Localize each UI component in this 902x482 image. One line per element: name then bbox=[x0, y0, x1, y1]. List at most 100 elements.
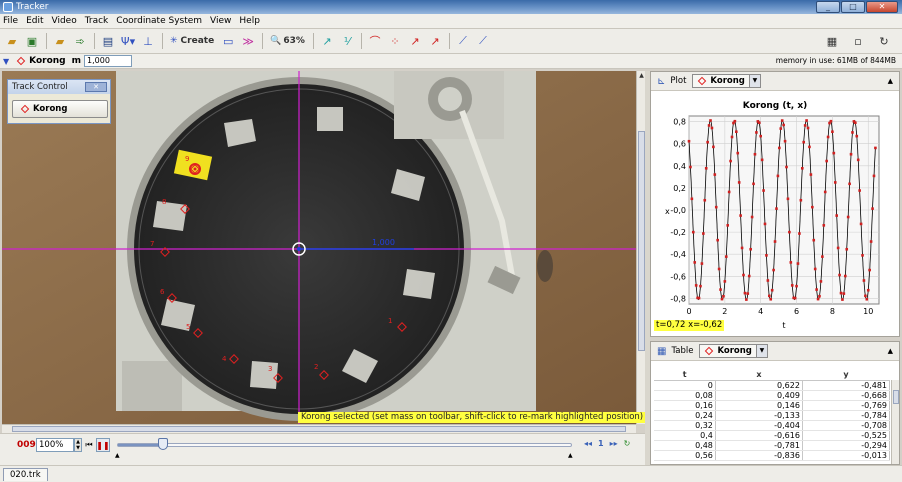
vector-sum-icon[interactable]: ⅟ bbox=[339, 33, 355, 50]
horizontal-scroll-thumb[interactable] bbox=[12, 426, 626, 432]
menu-file[interactable]: File bbox=[3, 16, 18, 26]
video-horizontal-scrollbar[interactable] bbox=[2, 424, 636, 433]
data-point[interactable] bbox=[759, 134, 762, 138]
table-cell[interactable]: -0,781 bbox=[715, 440, 803, 451]
data-point[interactable] bbox=[727, 190, 731, 194]
maximize-button[interactable]: □ bbox=[841, 1, 865, 13]
refresh-icon[interactable]: ↻ bbox=[876, 33, 892, 50]
points-icon[interactable]: ⁘ bbox=[387, 33, 403, 50]
table-cell[interactable]: 0,56 bbox=[654, 450, 716, 461]
track-menu-icon[interactable]: ▼ bbox=[3, 57, 9, 66]
data-point[interactable] bbox=[795, 284, 798, 288]
table-cell[interactable]: 0,4 bbox=[654, 430, 716, 441]
data-point[interactable] bbox=[716, 238, 719, 242]
data-point[interactable] bbox=[693, 261, 697, 264]
clip-settings-icon[interactable]: ▤ bbox=[100, 33, 116, 50]
velocity-icon[interactable]: ↗ bbox=[407, 33, 423, 50]
data-point[interactable] bbox=[793, 296, 797, 300]
table-cell[interactable]: 0,146 bbox=[715, 400, 803, 411]
video-vertical-scrollbar[interactable]: ▲ ▼ bbox=[636, 71, 645, 424]
open-icon[interactable]: ▰ bbox=[4, 33, 20, 50]
column-header-y[interactable]: y bbox=[802, 369, 890, 381]
table-row[interactable]: 0,48 -0,781 -0,294 bbox=[654, 440, 891, 451]
data-point[interactable] bbox=[821, 255, 824, 258]
data-point[interactable] bbox=[739, 214, 742, 217]
table-row[interactable]: 0,56 -0,836 -0,013 bbox=[654, 450, 891, 461]
data-point[interactable] bbox=[707, 124, 711, 127]
data-point[interactable] bbox=[829, 119, 833, 123]
table-cell[interactable]: 0,08 bbox=[654, 390, 716, 401]
data-point[interactable] bbox=[788, 230, 791, 234]
data-point[interactable] bbox=[700, 262, 704, 265]
step-back-icon[interactable]: ◂◂ bbox=[584, 439, 592, 448]
data-point[interactable] bbox=[868, 268, 871, 272]
data-point[interactable] bbox=[763, 222, 767, 226]
table-cell[interactable]: 0,48 bbox=[654, 440, 716, 451]
data-point[interactable] bbox=[745, 298, 748, 301]
menu-view[interactable]: View bbox=[210, 16, 231, 26]
step-size[interactable]: 1 bbox=[598, 439, 604, 448]
data-point[interactable] bbox=[747, 274, 751, 278]
data-point[interactable] bbox=[766, 279, 770, 282]
table-cell[interactable]: -0,525 bbox=[802, 430, 891, 441]
table-cell[interactable]: -0,784 bbox=[802, 410, 891, 421]
data-point[interactable] bbox=[726, 224, 730, 227]
acceleration-icon[interactable]: ↗ bbox=[427, 33, 443, 50]
data-point[interactable] bbox=[845, 247, 849, 251]
data-point[interactable] bbox=[775, 207, 778, 210]
data-point[interactable] bbox=[755, 131, 758, 134]
loop-icon[interactable]: ↻ bbox=[624, 439, 631, 448]
data-point[interactable] bbox=[760, 158, 764, 162]
data-point[interactable] bbox=[796, 262, 800, 265]
data-point[interactable] bbox=[846, 215, 850, 219]
axes-icon[interactable]: Ψ▾ bbox=[120, 33, 136, 50]
data-point[interactable] bbox=[841, 298, 844, 301]
data-point[interactable] bbox=[770, 288, 774, 292]
data-point[interactable] bbox=[757, 121, 761, 125]
data-point[interactable] bbox=[714, 205, 718, 209]
frame-slider[interactable] bbox=[117, 443, 572, 447]
rate-field[interactable]: 100% bbox=[36, 438, 74, 452]
data-point[interactable] bbox=[779, 127, 783, 130]
data-point[interactable] bbox=[724, 255, 728, 258]
table-row[interactable]: 0,16 0,146 -0,769 bbox=[654, 400, 891, 411]
table-cell[interactable]: 0,622 bbox=[715, 380, 803, 391]
plot-track-select[interactable]: Korong ▼ bbox=[692, 74, 761, 88]
end-marker-icon[interactable]: ▲ bbox=[568, 452, 573, 459]
import-icon[interactable]: ➾ bbox=[72, 33, 88, 50]
data-point[interactable] bbox=[703, 198, 707, 202]
data-point[interactable] bbox=[742, 273, 745, 277]
minimize-button[interactable]: _ bbox=[816, 1, 840, 13]
data-point[interactable] bbox=[778, 146, 781, 150]
tape-icon[interactable]: ⊥ bbox=[140, 33, 156, 50]
data-point[interactable] bbox=[736, 151, 740, 155]
data-point[interactable] bbox=[838, 273, 841, 277]
table-row[interactable]: 0,4 -0,616 -0,525 bbox=[654, 430, 891, 441]
data-point[interactable] bbox=[687, 139, 691, 143]
data-point[interactable] bbox=[865, 297, 869, 301]
data-point[interactable] bbox=[730, 135, 734, 139]
data-point[interactable] bbox=[835, 214, 838, 217]
column-header-x[interactable]: x bbox=[715, 369, 803, 381]
save-icon[interactable]: ▣ bbox=[24, 33, 40, 50]
zoom-button[interactable]: 🔍 63% bbox=[268, 33, 307, 50]
table-cell[interactable]: -0,404 bbox=[715, 420, 803, 431]
data-point[interactable] bbox=[805, 119, 808, 122]
table-cell[interactable]: 0 bbox=[654, 380, 716, 391]
data-point[interactable] bbox=[782, 123, 785, 127]
table-scrollbar[interactable] bbox=[891, 380, 899, 464]
data-point[interactable] bbox=[839, 291, 843, 295]
ruler-icon[interactable]: ▭ bbox=[220, 33, 236, 50]
data-point[interactable] bbox=[803, 124, 807, 127]
data-point[interactable] bbox=[811, 205, 814, 209]
data-point[interactable] bbox=[720, 297, 724, 301]
data-point[interactable] bbox=[723, 280, 727, 283]
data-point[interactable] bbox=[869, 240, 873, 243]
data-point[interactable] bbox=[717, 267, 721, 271]
data-point[interactable] bbox=[765, 254, 768, 257]
data-point[interactable] bbox=[768, 294, 771, 298]
table-cell[interactable]: -0,013 bbox=[802, 450, 891, 461]
data-point[interactable] bbox=[855, 134, 859, 138]
data-point[interactable] bbox=[844, 274, 847, 278]
data-point[interactable] bbox=[836, 246, 840, 250]
